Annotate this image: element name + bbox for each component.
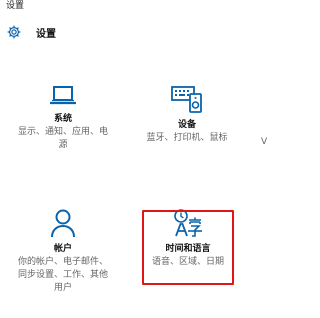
time-language-icon — [174, 209, 202, 237]
window-title: 设置 — [6, 1, 25, 11]
gear-icon — [7, 25, 21, 39]
tile-accounts-desc-line-1: 你的帐户、电子邮件、 — [17, 257, 108, 267]
title-bar: 设置 — [0, 0, 267, 14]
tile-accounts[interactable]: 帐户 你的帐户、电子邮件、 同步设置、工作、其他 用户 — [4, 208, 122, 294]
tile-time-language-desc-line-1: 语音、区域、日期 — [151, 257, 224, 267]
laptop-icon — [50, 86, 76, 105]
tile-accounts-desc-line-3: 用户 — [53, 283, 72, 293]
tile-devices[interactable]: 设备 蓝牙、打印机、鼠标 — [128, 84, 246, 144]
tile-system-desc-line-2: 源 — [58, 140, 68, 150]
tile-system[interactable]: 系统 显示、通知、应用、电 源 — [4, 84, 122, 151]
page-title: 设置 — [36, 28, 56, 40]
tile-system-label: 系统 — [53, 114, 72, 124]
tile-time-language[interactable]: 时间和语言 语音、区域、日期 — [140, 208, 236, 268]
tile-time-language-label: 时间和语言 — [165, 244, 211, 254]
devices-icon — [171, 86, 202, 113]
tile-system-desc-line-1: 显示、通知、应用、电 — [17, 127, 108, 137]
person-icon — [51, 209, 75, 238]
tile-accounts-label: 帐户 — [53, 244, 72, 254]
tile-devices-desc-line-1: 蓝牙、打印机、鼠标 — [146, 133, 228, 143]
settings-window: 设置 设置 系统 显示、通知、应用、电 源 设备 蓝牙、打印机、鼠标 V 帐户 … — [0, 0, 267, 318]
settings-header: 设置 — [6, 22, 56, 42]
offscreen-tile-text-fragment: V — [261, 137, 267, 147]
tile-accounts-desc-line-2: 同步设置、工作、其他 — [17, 270, 108, 280]
tile-devices-label: 设备 — [177, 120, 196, 130]
